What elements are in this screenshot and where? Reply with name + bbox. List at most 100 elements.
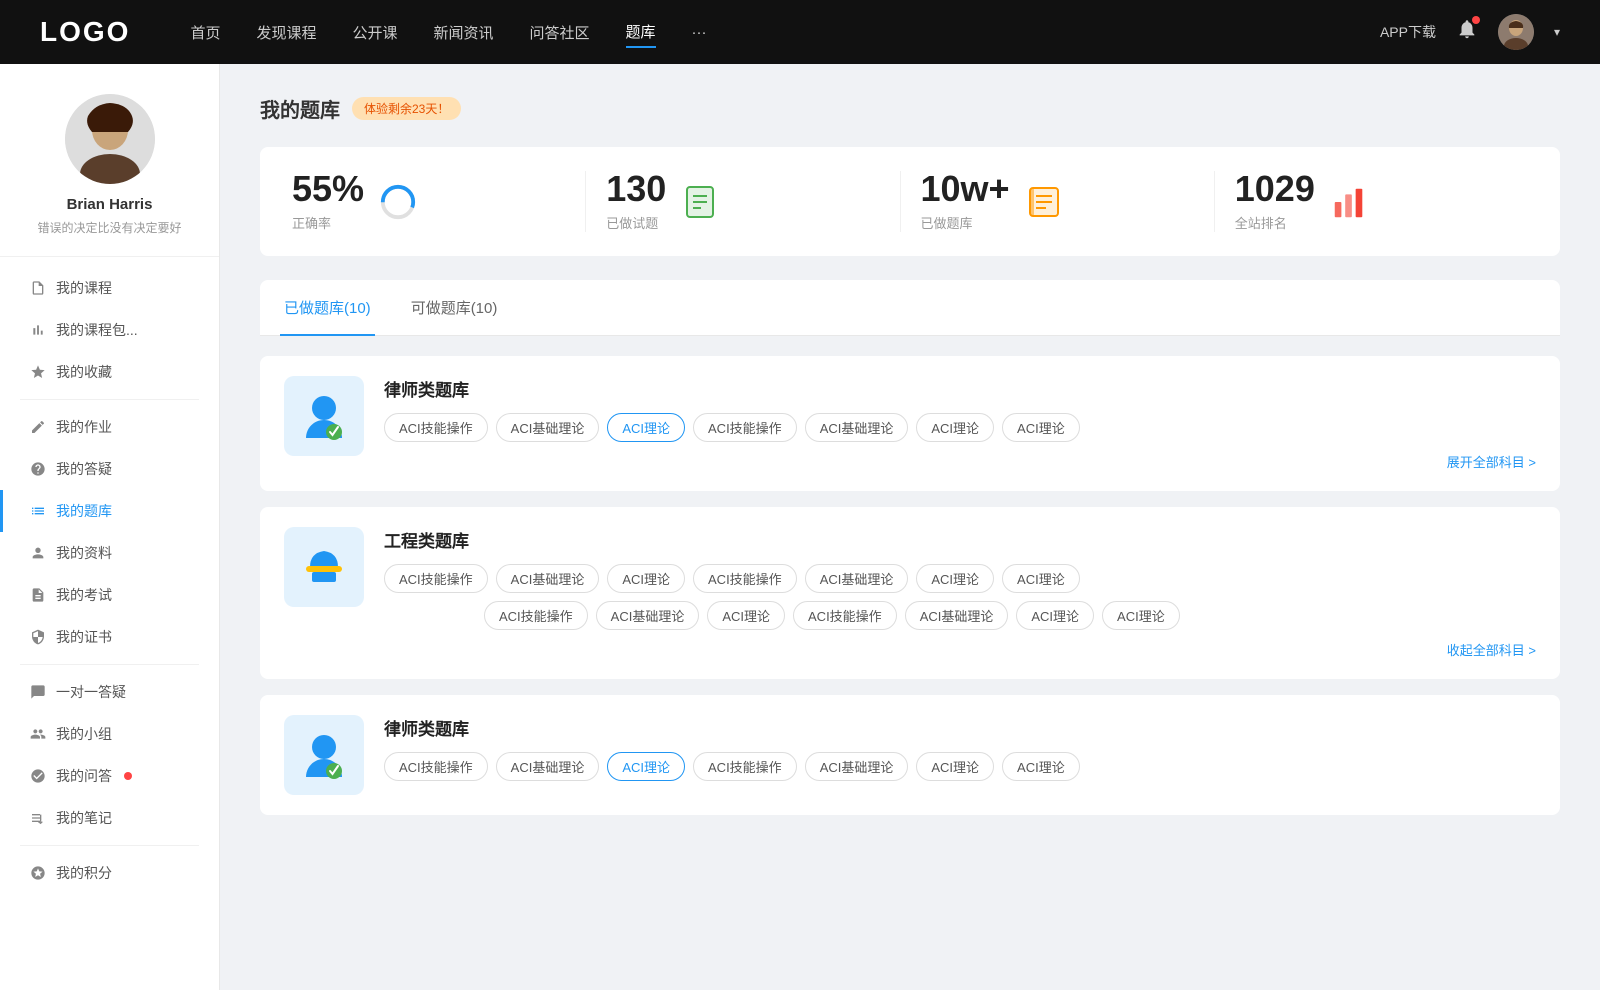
nav-news[interactable]: 新闻资讯 <box>434 18 494 47</box>
qa-icon <box>30 768 46 784</box>
tag-2-0[interactable]: ACI技能操作 <box>384 752 488 781</box>
qbank-icon-wrap-1 <box>284 527 364 607</box>
stat-done-questions-content: 130 已做试题 <box>606 171 666 232</box>
nav-qbank[interactable]: 题库 <box>626 17 656 48</box>
doc-icon <box>30 587 46 603</box>
sidebar-item-1on1[interactable]: 一对一答疑 <box>0 671 219 713</box>
sidebar-label-myqa: 我的问答 <box>56 766 112 786</box>
sidebar-label-group: 我的小组 <box>56 724 112 744</box>
tag-1-6[interactable]: ACI理论 <box>1002 564 1080 593</box>
tag-0-6[interactable]: ACI理论 <box>1002 413 1080 442</box>
stat-done-questions: 130 已做试题 <box>586 171 900 232</box>
tag-2-4[interactable]: ACI基础理论 <box>805 752 909 781</box>
file-icon <box>30 280 46 296</box>
tag-1-extra-3[interactable]: ACI技能操作 <box>793 601 897 630</box>
sidebar-label-points: 我的积分 <box>56 863 112 883</box>
tag-1-extra-0[interactable]: ACI技能操作 <box>484 601 588 630</box>
stat-rank-content: 1029 全站排名 <box>1235 171 1315 232</box>
tag-2-2[interactable]: ACI理论 <box>607 752 685 781</box>
tag-1-5[interactable]: ACI理论 <box>916 564 994 593</box>
qbank-section-2: 律师类题库 ACI技能操作 ACI基础理论 ACI理论 ACI技能操作 ACI基… <box>260 695 1560 815</box>
tab-done[interactable]: 已做题库(10) <box>280 281 375 336</box>
nav-home[interactable]: 首页 <box>190 18 220 47</box>
stat-done-banks-content: 10w+ 已做题库 <box>921 171 1010 232</box>
sidebar-label-profile: 我的资料 <box>56 543 112 563</box>
people-icon <box>30 545 46 561</box>
tag-1-extra-5[interactable]: ACI理论 <box>1016 601 1094 630</box>
sidebar-item-favorites[interactable]: 我的收藏 <box>0 351 219 393</box>
stat-done-banks: 10w+ 已做题库 <box>901 171 1215 232</box>
tag-2-6[interactable]: ACI理论 <box>1002 752 1080 781</box>
sidebar-name: Brian Harris <box>20 196 199 213</box>
qbank-info-1: 工程类题库 ACI技能操作 ACI基础理论 ACI理论 ACI技能操作 ACI基… <box>384 527 1536 659</box>
logo[interactable]: LOGO <box>40 16 130 48</box>
tag-1-extra-1[interactable]: ACI基础理论 <box>596 601 700 630</box>
tag-0-0[interactable]: ACI技能操作 <box>384 413 488 442</box>
sidebar-motto: 错误的决定比没有决定要好 <box>20 219 199 236</box>
tabs-bar: 已做题库(10) 可做题库(10) <box>260 280 1560 336</box>
sidebar-item-group[interactable]: 我的小组 <box>0 713 219 755</box>
nav-qa[interactable]: 问答社区 <box>530 18 590 47</box>
stat-done-questions-label: 已做试题 <box>606 213 666 232</box>
qbank-title-1: 工程类题库 <box>384 527 1536 552</box>
user-menu-chevron[interactable]: ▾ <box>1554 25 1560 39</box>
sidebar-label-exam: 我的考试 <box>56 585 112 605</box>
stat-done-questions-value: 130 <box>606 171 666 207</box>
collapse-link-1[interactable]: 收起全部科目 > <box>384 640 1536 659</box>
tag-1-0[interactable]: ACI技能操作 <box>384 564 488 593</box>
qbank-header-1: 工程类题库 ACI技能操作 ACI基础理论 ACI理论 ACI技能操作 ACI基… <box>284 527 1536 659</box>
sidebar-item-homework[interactable]: 我的作业 <box>0 406 219 448</box>
tag-0-4[interactable]: ACI基础理论 <box>805 413 909 442</box>
sidebar-item-exam[interactable]: 我的考试 <box>0 574 219 616</box>
sidebar-item-qa-answer[interactable]: 我的答疑 <box>0 448 219 490</box>
tag-1-4[interactable]: ACI基础理论 <box>805 564 909 593</box>
tag-0-5[interactable]: ACI理论 <box>916 413 994 442</box>
tab-available[interactable]: 可做题库(10) <box>407 281 502 336</box>
sidebar-item-points[interactable]: 我的积分 <box>0 852 219 894</box>
stat-accuracy-content: 55% 正确率 <box>292 171 364 232</box>
stat-accuracy-value: 55% <box>292 171 364 207</box>
notification-bell[interactable] <box>1456 18 1478 46</box>
tag-2-3[interactable]: ACI技能操作 <box>693 752 797 781</box>
sidebar-item-notes[interactable]: 我的笔记 <box>0 797 219 839</box>
chart-icon <box>30 322 46 338</box>
tag-1-2[interactable]: ACI理论 <box>607 564 685 593</box>
nav-more[interactable]: ··· <box>692 20 707 45</box>
tag-0-3[interactable]: ACI技能操作 <box>693 413 797 442</box>
user-avatar[interactable] <box>1498 14 1534 50</box>
sidebar-divider-3 <box>20 845 199 846</box>
tag-2-1[interactable]: ACI基础理论 <box>496 752 600 781</box>
sidebar-item-course[interactable]: 我的课程 <box>0 267 219 309</box>
tag-1-extra-6[interactable]: ACI理论 <box>1102 601 1180 630</box>
edit-icon <box>30 419 46 435</box>
nav-opencourse[interactable]: 公开课 <box>352 18 397 47</box>
header: LOGO 首页 发现课程 公开课 新闻资讯 问答社区 题库 ··· APP下载 … <box>0 0 1600 64</box>
bar-chart-icon <box>1329 182 1369 222</box>
qbank-title-2: 律师类题库 <box>384 715 1536 740</box>
sidebar-item-qbank[interactable]: 我的题库 <box>0 490 219 532</box>
app-download-button[interactable]: APP下载 <box>1380 22 1436 42</box>
stat-accuracy: 55% 正确率 <box>292 171 586 232</box>
tag-0-1[interactable]: ACI基础理论 <box>496 413 600 442</box>
header-right: APP下载 ▾ <box>1380 14 1560 50</box>
sidebar-divider-1 <box>20 399 199 400</box>
tag-2-5[interactable]: ACI理论 <box>916 752 994 781</box>
sidebar-item-profile[interactable]: 我的资料 <box>0 532 219 574</box>
tag-0-2[interactable]: ACI理论 <box>607 413 685 442</box>
tag-1-extra-2[interactable]: ACI理论 <box>707 601 785 630</box>
nav-discover[interactable]: 发现课程 <box>256 18 316 47</box>
tag-1-extra-4[interactable]: ACI基础理论 <box>905 601 1009 630</box>
sidebar-item-cert[interactable]: 我的证书 <box>0 616 219 658</box>
tag-1-3[interactable]: ACI技能操作 <box>693 564 797 593</box>
sidebar-label-1on1: 一对一答疑 <box>56 682 126 702</box>
sidebar-label-course: 我的课程 <box>56 278 112 298</box>
qbank-tags-2: ACI技能操作 ACI基础理论 ACI理论 ACI技能操作 ACI基础理论 AC… <box>384 752 1536 781</box>
tag-1-1[interactable]: ACI基础理论 <box>496 564 600 593</box>
book-icon <box>1024 182 1064 222</box>
qbank-tags-0: ACI技能操作 ACI基础理论 ACI理论 ACI技能操作 ACI基础理论 AC… <box>384 413 1536 442</box>
sidebar-item-myqa[interactable]: 我的问答 <box>0 755 219 797</box>
expand-link-0[interactable]: 展开全部科目 > <box>384 452 1536 471</box>
question-icon <box>30 461 46 477</box>
sidebar-item-coursepack[interactable]: 我的课程包... <box>0 309 219 351</box>
chat-icon <box>30 684 46 700</box>
